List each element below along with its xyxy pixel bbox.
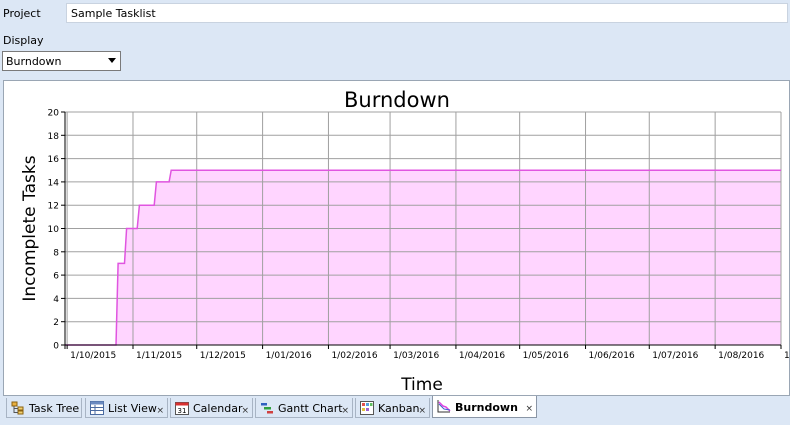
tab-list-view[interactable]: List View × <box>85 398 168 418</box>
y-tick-label: 6 <box>53 272 59 282</box>
tab-task-tree[interactable]: Task Tree <box>6 398 82 418</box>
y-tick-label: 12 <box>48 202 59 212</box>
calendar-icon: 31 <box>175 401 189 415</box>
svg-text:31: 31 <box>178 407 187 415</box>
gantt-chart-icon <box>260 401 274 415</box>
x-tick-label: 1/03/2016 <box>393 351 439 361</box>
x-tick-label: 1/05/2016 <box>523 351 569 361</box>
y-tick-label: 8 <box>53 248 59 258</box>
x-axis-label: Time <box>400 375 443 395</box>
burndown-chart-panel: 0 2 4 6 8 10 12 14 16 18 20 1/10/2015 1/11/2015 1/12/… <box>3 80 790 396</box>
tab-gantt-chart[interactable]: Gantt Chart × <box>255 398 353 418</box>
x-tick-label: 1/06/2016 <box>589 351 635 361</box>
burndown-area <box>65 170 781 345</box>
project-field[interactable]: Sample Tasklist <box>66 3 788 23</box>
y-tick-label: 0 <box>53 342 59 352</box>
tab-burndown[interactable]: Burndown × <box>432 396 537 418</box>
burndown-icon <box>437 399 451 413</box>
y-tick-label: 14 <box>48 178 60 188</box>
y-tick-label: 18 <box>48 132 60 142</box>
tab-label: Kanban <box>378 402 420 415</box>
x-tick-label: 1/07/2016 <box>652 351 698 361</box>
tab-label: Gantt Chart <box>278 402 343 415</box>
tab-calendar[interactable]: 31 Calendar × <box>170 398 253 418</box>
y-axis-label: Incomplete Tasks <box>20 155 40 301</box>
y-tick-label: 2 <box>53 318 59 328</box>
task-tree-icon <box>11 401 25 415</box>
tab-label: Calendar <box>193 402 243 415</box>
close-icon[interactable]: × <box>418 406 426 416</box>
list-view-icon <box>90 401 104 415</box>
y-tick-label: 10 <box>48 225 60 235</box>
close-icon[interactable]: × <box>525 404 533 414</box>
x-tick-label: 1/10/2015 <box>70 351 116 361</box>
x-tick-label: 1/04/2016 <box>459 351 505 361</box>
x-tick-label: 1/01/2016 <box>266 351 312 361</box>
project-label: Project <box>3 7 41 20</box>
close-icon[interactable]: × <box>156 406 164 416</box>
view-tab-bar: Task Tree List View × 31 Calendar × Gantt Char… <box>0 396 790 425</box>
tab-label: Burndown <box>455 401 518 414</box>
y-tick-label: 16 <box>48 155 60 165</box>
y-tick-label: 4 <box>53 295 59 305</box>
close-icon[interactable]: × <box>341 406 349 416</box>
kanban-icon <box>360 401 374 415</box>
y-tick-label: 20 <box>48 109 60 119</box>
tab-kanban[interactable]: Kanban × <box>355 398 430 418</box>
display-selected-value: Burndown <box>6 55 62 68</box>
x-tick-label: 1/09 <box>784 351 790 361</box>
display-select[interactable]: Burndown <box>2 51 121 71</box>
chevron-down-icon <box>108 58 116 63</box>
chart-title: Burndown <box>344 88 450 112</box>
tab-label: List View <box>108 402 157 415</box>
x-tick-label: 1/11/2015 <box>136 351 182 361</box>
x-tick-label: 1/02/2016 <box>331 351 377 361</box>
tab-label: Task Tree <box>29 402 80 415</box>
burndown-chart: 0 2 4 6 8 10 12 14 16 18 20 1/10/2015 1/11/2015 1/12/… <box>20 88 790 395</box>
x-tick-label: 1/08/2016 <box>718 351 764 361</box>
close-icon[interactable]: × <box>241 406 249 416</box>
display-label: Display <box>3 34 44 47</box>
x-tick-label: 1/12/2015 <box>200 351 246 361</box>
